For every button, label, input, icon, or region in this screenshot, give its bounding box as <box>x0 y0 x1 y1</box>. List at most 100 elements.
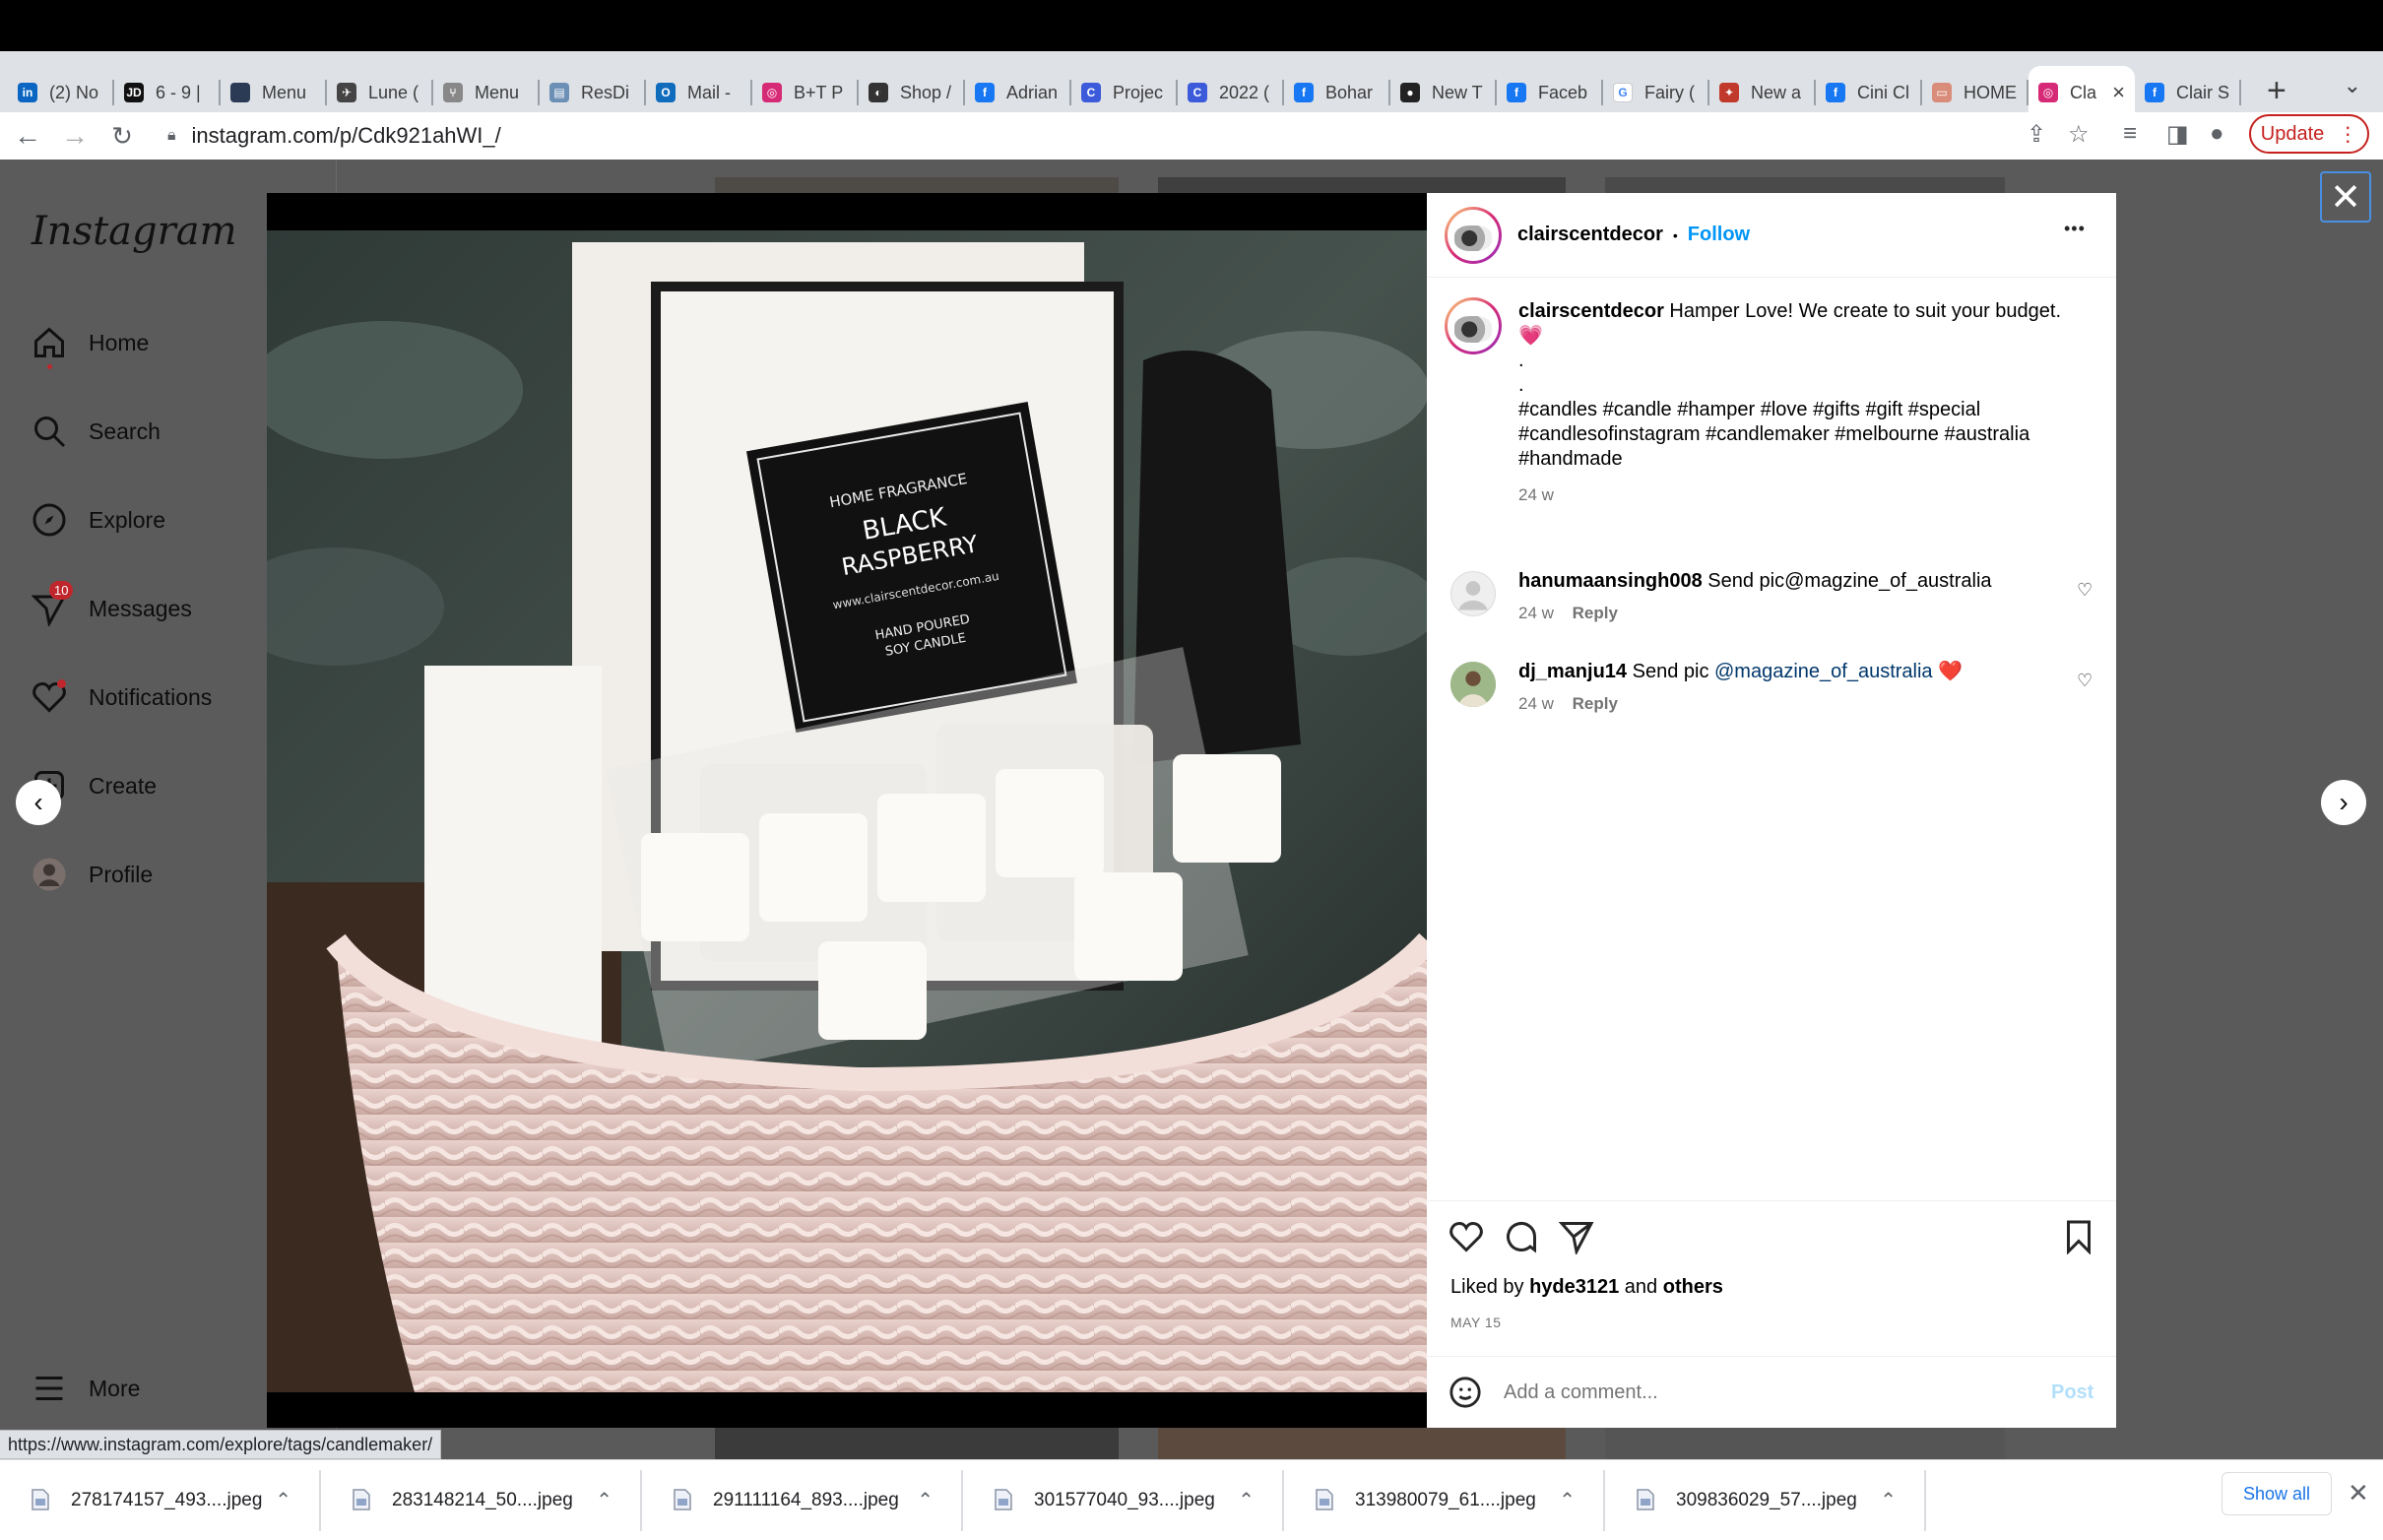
liked-by-prefix: Liked by <box>1450 1276 1524 1298</box>
share-plane-icon[interactable] <box>1558 1219 1594 1259</box>
author-username[interactable]: clairscentdecor <box>1517 224 1663 246</box>
close-downloads-icon[interactable]: ✕ <box>2348 1478 2369 1508</box>
url-text[interactable]: instagram.com/p/Cdk921ahWI_/ <box>192 123 501 149</box>
add-comment-input[interactable] <box>1504 1380 2016 1404</box>
tab-title: ResDi <box>581 82 630 102</box>
reload-icon[interactable]: ↻ <box>102 121 142 152</box>
show-all-downloads-button[interactable]: Show all <box>2222 1472 2332 1515</box>
tab-close-icon[interactable]: × <box>2112 80 2125 105</box>
browser-tab[interactable]: ⑂ Menu <box>433 66 540 119</box>
comment-username[interactable]: dj_manju14 <box>1518 661 1627 682</box>
browser-tab[interactable]: JD 6 - 9 | <box>114 66 221 119</box>
download-item[interactable]: 313980079_61....jpeg ⌃ <box>1284 1469 1605 1531</box>
browser-tab[interactable]: ● New T <box>1390 66 1497 119</box>
chevron-up-icon[interactable]: ⌃ <box>917 1488 934 1512</box>
tab-title: Clair S <box>2176 82 2230 102</box>
download-item[interactable]: 309836029_57....jpeg ⌃ <box>1605 1469 1926 1531</box>
browser-tab[interactable]: ✈ Lune ( <box>327 66 433 119</box>
comment-username[interactable]: hanumaansingh008 <box>1518 570 1703 592</box>
browser-tab[interactable]: ▭ HOME <box>1922 66 2029 119</box>
nav-profile[interactable]: Profile <box>32 857 153 892</box>
liked-by-user[interactable]: hyde3121 <box>1529 1276 1619 1298</box>
caption-username[interactable]: clairscentdecor <box>1518 300 1664 322</box>
update-button[interactable]: Update ⋮ <box>2249 114 2369 154</box>
comment-time[interactable]: 24 w <box>1518 604 1554 622</box>
previous-post-arrow-icon[interactable]: ‹ <box>16 780 61 825</box>
follow-button[interactable]: Follow <box>1688 224 1750 246</box>
browser-tab[interactable]: ✦ New a <box>1709 66 1816 119</box>
side-panel-icon[interactable]: ◨ <box>2166 120 2189 149</box>
author-avatar[interactable] <box>1445 206 1502 264</box>
profile-icon[interactable]: ● <box>2210 120 2224 148</box>
caption-block: clairscentdecor Hamper Love! We create t… <box>1518 299 2090 505</box>
nav-messages[interactable]: 10 Messages <box>31 581 192 628</box>
chevron-up-icon[interactable]: ⌃ <box>1880 1488 1897 1512</box>
nav-more[interactable]: More <box>32 1371 140 1406</box>
post-comment-button[interactable]: Post <box>2051 1381 2093 1404</box>
comment-like-heart-icon[interactable]: ♡ <box>2077 580 2093 601</box>
browser-tab-active[interactable]: ◎ Cla × <box>2029 66 2135 119</box>
caption-time[interactable]: 24 w <box>1518 485 2090 505</box>
next-post-arrow-icon[interactable]: › <box>2321 780 2366 825</box>
comment-bubble-icon[interactable] <box>1504 1219 1539 1259</box>
chevron-up-icon[interactable]: ⌃ <box>1559 1488 1576 1512</box>
nav-explore[interactable]: Explore <box>32 502 165 538</box>
caption-hashtags[interactable]: #candlesofinstagram #candlemaker #melbou… <box>1518 422 2090 447</box>
caption-hashtags[interactable]: #handmade <box>1518 447 2090 472</box>
caption-hashtags[interactable]: #candles #candle #hamper #love #gifts #g… <box>1518 398 2090 422</box>
reply-button[interactable]: Reply <box>1573 604 1618 622</box>
post-date[interactable]: MAY 15 <box>1450 1315 1502 1330</box>
post-photo[interactable]: HOME FRAGRANCE BLACK RASPBERRY www.clair… <box>267 193 1428 1428</box>
browser-tab[interactable]: ◐ Shop / <box>859 66 965 119</box>
image-file-icon <box>1316 1488 1335 1512</box>
browser-tab[interactable]: Menu <box>221 66 327 119</box>
browser-tab[interactable]: f Adrian <box>965 66 1071 119</box>
reading-list-icon[interactable]: ≡ <box>2123 120 2137 148</box>
commenter-avatar[interactable] <box>1450 662 1496 707</box>
comment-time[interactable]: 24 w <box>1518 694 1554 713</box>
comment-mention[interactable]: @magazine_of_australia <box>1714 661 1933 682</box>
browser-tab[interactable]: f Bohar <box>1284 66 1390 119</box>
chevron-up-icon[interactable]: ⌃ <box>596 1488 612 1512</box>
nav-search[interactable]: Search <box>32 414 161 449</box>
emoji-smiley-icon[interactable] <box>1449 1376 1482 1409</box>
browser-tab[interactable]: ▤ ResDi <box>540 66 646 119</box>
share-icon[interactable]: ⇪ <box>2027 120 2046 149</box>
download-item[interactable]: 291111164_893....jpeg ⌃ <box>642 1469 963 1531</box>
facebook-icon: f <box>975 83 995 102</box>
new-tab-plus-icon[interactable]: + <box>2267 72 2286 110</box>
close-modal-icon[interactable]: ✕ <box>2320 171 2371 223</box>
forward-arrow-icon[interactable]: → <box>55 120 95 152</box>
like-heart-icon[interactable] <box>1449 1219 1484 1259</box>
download-item[interactable]: 278174157_493....jpeg ⌃ <box>0 1469 321 1531</box>
back-arrow-icon[interactable]: ← <box>8 120 47 152</box>
browser-tab[interactable]: O Mail - <box>646 66 752 119</box>
chevron-up-icon[interactable]: ⌃ <box>1238 1488 1255 1512</box>
browser-tab[interactable]: C 2022 ( <box>1178 66 1284 119</box>
instagram-logo[interactable]: Instagram <box>32 209 237 254</box>
browser-tab[interactable]: f Faceb <box>1497 66 1603 119</box>
download-item[interactable]: 301577040_93....jpeg ⌃ <box>963 1469 1284 1531</box>
nav-home[interactable]: Home <box>32 325 149 369</box>
liked-by-others[interactable]: others <box>1663 1276 1723 1298</box>
commenter-avatar[interactable] <box>1450 571 1496 616</box>
bookmark-star-icon[interactable]: ☆ <box>2068 120 2090 149</box>
comment-like-heart-icon[interactable]: ♡ <box>2077 671 2093 691</box>
chevron-up-icon[interactable]: ⌃ <box>275 1488 291 1512</box>
browser-tab[interactable]: in (2) No <box>8 66 114 119</box>
browser-tab[interactable]: f Clair S <box>2135 66 2241 119</box>
save-bookmark-icon[interactable] <box>2061 1219 2096 1259</box>
download-item[interactable]: 283148214_50....jpeg ⌃ <box>321 1469 642 1531</box>
tab-search-chevron-icon[interactable]: ⌄ <box>2344 73 2361 98</box>
address-bar[interactable]: 🔒︎ instagram.com/p/Cdk921ahWI_/ <box>150 116 2050 156</box>
browser-tab[interactable]: ◎ B+T P <box>752 66 859 119</box>
browser-tab[interactable]: f Cini Cl <box>1816 66 1922 119</box>
browser-tab[interactable]: C Projec <box>1071 66 1178 119</box>
nav-notifications[interactable]: Notifications <box>32 679 212 715</box>
caption-avatar[interactable] <box>1445 297 1502 354</box>
facebook-icon: f <box>1294 83 1314 102</box>
reply-button[interactable]: Reply <box>1573 694 1618 713</box>
more-options-icon[interactable]: ••• <box>2064 219 2086 239</box>
lock-icon[interactable]: 🔒︎ <box>167 127 176 145</box>
browser-tab[interactable]: G Fairy ( <box>1603 66 1709 119</box>
